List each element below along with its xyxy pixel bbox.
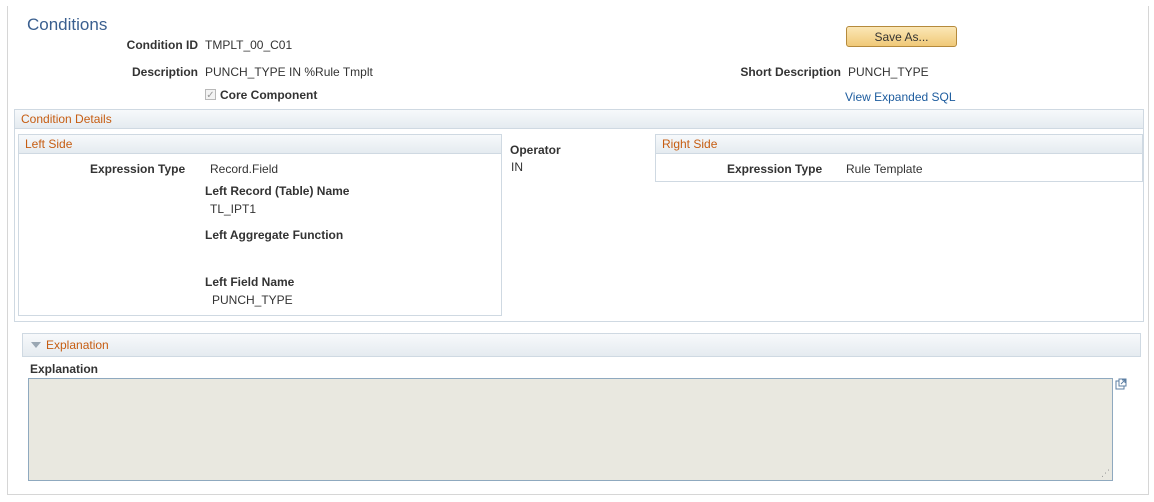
left-expression-type-value: Record.Field bbox=[210, 162, 279, 176]
short-description-label: Short Description bbox=[740, 65, 841, 79]
core-component-label: Core Component bbox=[220, 88, 318, 102]
condition-details-header: Condition Details bbox=[15, 110, 1143, 129]
view-expanded-sql-link[interactable]: View Expanded SQL bbox=[845, 90, 956, 104]
save-as-button[interactable]: Save As... bbox=[846, 26, 957, 47]
left-aggregate-function-label: Left Aggregate Function bbox=[205, 228, 344, 242]
short-description-value: PUNCH_TYPE bbox=[848, 65, 929, 79]
resize-grip-icon[interactable]: ⋰ bbox=[1101, 468, 1110, 479]
explanation-field-label: Explanation bbox=[30, 362, 99, 376]
explanation-section-header[interactable]: Explanation bbox=[23, 334, 1140, 357]
left-record-name-label: Left Record (Table) Name bbox=[205, 184, 350, 198]
operator-value: IN bbox=[511, 160, 523, 174]
description-value: PUNCH_TYPE IN %Rule Tmplt bbox=[205, 65, 373, 79]
right-expression-type-value: Rule Template bbox=[846, 162, 923, 176]
right-expression-type-label: Expression Type bbox=[727, 162, 823, 176]
page-title: Conditions bbox=[27, 15, 108, 34]
explanation-textarea[interactable]: ⋰ bbox=[28, 378, 1113, 481]
condition-id-label: Condition ID bbox=[126, 38, 198, 52]
left-field-name-value: PUNCH_TYPE bbox=[212, 293, 293, 307]
left-expression-type-label: Expression Type bbox=[90, 162, 186, 176]
right-side-header: Right Side bbox=[656, 135, 1142, 154]
core-component-checkbox[interactable]: ✓ bbox=[205, 89, 216, 101]
left-record-name-value: TL_IPT1 bbox=[210, 202, 257, 216]
explanation-section-title: Explanation bbox=[46, 338, 109, 352]
expand-window-icon[interactable] bbox=[1115, 378, 1127, 390]
left-field-name-label: Left Field Name bbox=[205, 275, 295, 289]
checkbox-checked-icon: ✓ bbox=[206, 90, 215, 101]
condition-id-value: TMPLT_00_C01 bbox=[205, 38, 293, 52]
description-label: Description bbox=[131, 65, 198, 79]
left-side-header: Left Side bbox=[19, 135, 501, 154]
explanation-section: Explanation bbox=[22, 333, 1141, 357]
operator-label: Operator bbox=[510, 143, 561, 157]
collapse-triangle-icon bbox=[31, 342, 41, 348]
